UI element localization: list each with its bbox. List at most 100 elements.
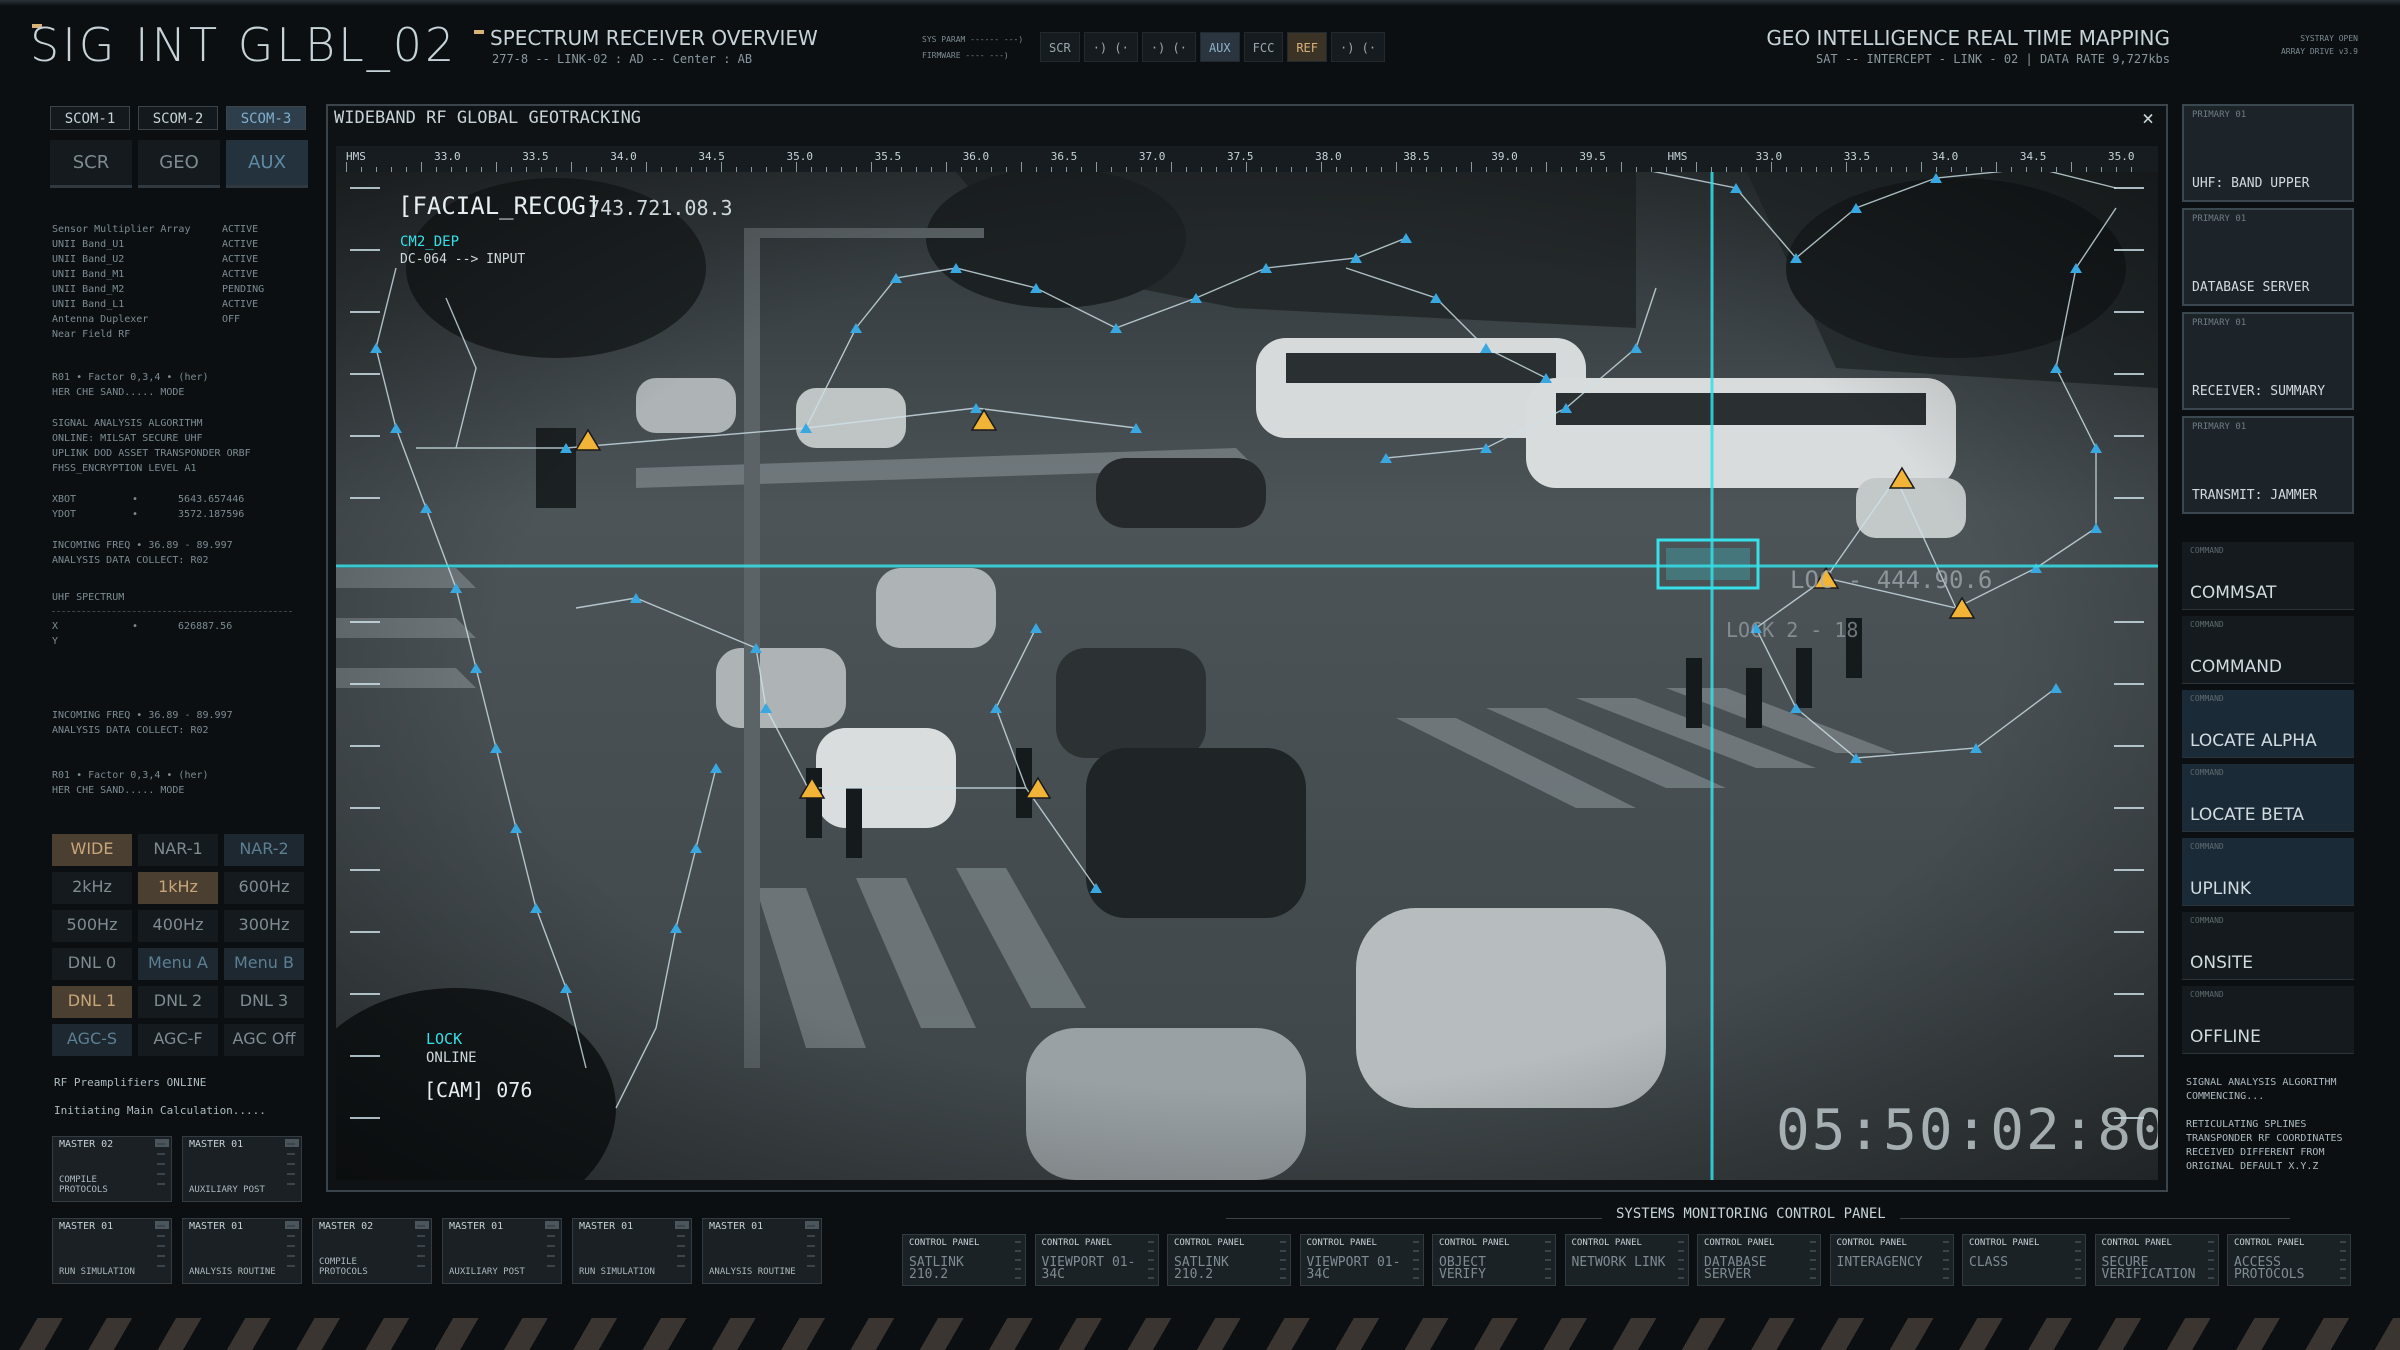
mode-link-button[interactable]: ·) (· (1331, 32, 1386, 62)
panel-indicator (1810, 1241, 1816, 1279)
ruler-tick (1891, 167, 1892, 172)
command-body: ONSITE (2190, 953, 2254, 973)
command-button[interactable]: COMMAND ONSITE (2182, 912, 2354, 980)
control-panel-button[interactable]: CONTROL PANEL VIEWPORT 01-34C (1299, 1234, 1424, 1286)
aux-button[interactable]: AUX (226, 140, 308, 188)
control-panel-button[interactable]: CONTROL PANEL SECURE VERIFICATION (2094, 1234, 2219, 1286)
master-head: MASTER 02 (59, 1139, 114, 1150)
mode-link-button[interactable]: ·) (· (1083, 32, 1138, 62)
control-panel-button[interactable]: CONTROL PANEL OBJECT VERIFY (1432, 1234, 1556, 1286)
camera-feed[interactable]: [FACIAL_RECOG] - 743.721.08.3 CM2_DEP DC… (336, 148, 2158, 1180)
primary-button[interactable]: PRIMARY 01 UHF: BAND UPPER (2182, 104, 2354, 202)
wide-button[interactable]: WIDE (52, 834, 132, 866)
primary-button[interactable]: PRIMARY 01 RECEIVER: SUMMARY (2182, 312, 2354, 410)
command-head: COMMAND (2190, 694, 2224, 703)
ruler-label: 36.0 (962, 150, 990, 163)
ruler-tick (1981, 167, 1982, 172)
ruler-label: 34.0 (1931, 150, 1959, 163)
ruler-tick (1846, 162, 1847, 172)
control-panel-button[interactable]: CONTROL PANEL VIEWPORT 01-34C (1034, 1234, 1159, 1286)
algorithm-line: UPLINK DOD ASSET TRANSPONDER ORBF (52, 448, 251, 459)
dnl-2-button[interactable]: DNL 2 (138, 986, 218, 1018)
mode-link-button[interactable]: ·) (· (1141, 32, 1196, 62)
control-panel-button[interactable]: CONTROL PANEL DATABASE SERVER (1697, 1234, 1821, 1286)
mode-ref-button[interactable]: REF (1287, 32, 1327, 62)
control-panel-button[interactable]: CONTROL PANEL SATLINK 210.2 (1167, 1234, 1291, 1286)
ruler-label: 38.5 (1403, 150, 1430, 163)
tab-scom-3[interactable]: SCOM-3 (226, 106, 306, 130)
master-button[interactable]: MASTER 02 COMPILE PROTOCOLS (52, 1136, 172, 1202)
tab-scom-1[interactable]: SCOM-1 (50, 106, 130, 130)
1khz-button[interactable]: 1kHz (138, 872, 218, 904)
geo-button[interactable]: GEO (138, 140, 220, 188)
mode-aux-button[interactable]: AUX (1199, 32, 1240, 62)
agc-off-button[interactable]: AGC Off (224, 1024, 304, 1056)
master-button[interactable]: MASTER 01 ANALYSIS ROUTINE (702, 1218, 822, 1284)
600hz-button[interactable]: 600Hz (224, 872, 304, 904)
master-button[interactable]: MASTER 01 RUN SIMULATION (572, 1218, 692, 1284)
close-icon[interactable]: × (2142, 106, 2154, 130)
control-panel-button[interactable]: CONTROL PANEL CLASS (1962, 1234, 2086, 1286)
nar-2-button[interactable]: NAR-2 (224, 834, 304, 866)
master-button[interactable]: MASTER 01 AUXILIARY POST (442, 1218, 562, 1284)
master-indicator (157, 1225, 165, 1275)
control-panel-button[interactable]: CONTROL PANEL ACCESS PROTOCOLS (2227, 1234, 2351, 1286)
mode-scr-button[interactable]: SCR (1040, 32, 1080, 62)
master-button[interactable]: MASTER 02 COMPILE PROTOCOLS (312, 1218, 432, 1284)
ydot-label: YDOT (52, 509, 77, 520)
collect-line: ANALYSIS DATA COLLECT: R02 (52, 555, 209, 566)
ruler-tick (496, 162, 497, 172)
command-button[interactable]: COMMAND LOCATE BETA (2182, 764, 2354, 832)
ruler-tick (1966, 167, 1967, 172)
2khz-button[interactable]: 2kHz (52, 872, 132, 904)
status-label: UNII Band_M1 (52, 269, 125, 280)
ruler-tick (1051, 167, 1052, 172)
ruler-tick (1561, 167, 1562, 172)
command-button[interactable]: COMMAND LOCATE ALPHA (2182, 690, 2354, 758)
master-button[interactable]: MASTER 01 ANALYSIS ROUTINE (182, 1218, 302, 1284)
ruler-tick (706, 167, 707, 172)
ruler-tick (571, 162, 572, 172)
master-button[interactable]: MASTER 01 RUN SIMULATION (52, 1218, 172, 1284)
dnl-0-button[interactable]: DNL 0 (52, 948, 132, 980)
firmware: FIRMWARE ---- ---) (922, 51, 1009, 60)
command-body: UPLINK (2190, 879, 2252, 899)
factor-line: R01 • Factor 0,3,4 • (her) (52, 770, 209, 781)
control-panel-button[interactable]: CONTROL PANEL NETWORK LINK (1564, 1234, 1689, 1286)
ruler-tick (901, 167, 902, 172)
primary-button[interactable]: PRIMARY 01 TRANSMIT: JAMMER (2182, 416, 2354, 514)
control-panel-button[interactable]: CONTROL PANEL SATLINK 210.2 (902, 1234, 1026, 1286)
command-button[interactable]: COMMAND OFFLINE (2182, 986, 2354, 1054)
sys-param: SYS PARAM ------ ---) (922, 35, 1024, 44)
master-button[interactable]: MASTER 01 AUXILIARY POST (182, 1136, 302, 1202)
mode-fcc-button[interactable]: FCC (1243, 32, 1284, 62)
lock-readout: LOCK 2 - 18 (1726, 618, 1859, 642)
command-button[interactable]: COMMAND COMMAND (2182, 616, 2354, 684)
nar-1-button[interactable]: NAR-1 (138, 834, 218, 866)
command-button[interactable]: COMMAND UPLINK (2182, 838, 2354, 906)
dnl-3-button[interactable]: DNL 3 (224, 986, 304, 1018)
panel-indicator (2340, 1241, 2346, 1279)
dnl-1-button[interactable]: DNL 1 (52, 986, 132, 1018)
agc-f-button[interactable]: AGC-F (138, 1024, 218, 1056)
ruler-tick (1291, 167, 1292, 172)
agc-s-button[interactable]: AGC-S (52, 1024, 132, 1056)
ruler-tick (1006, 167, 1007, 172)
500hz-button[interactable]: 500Hz (52, 910, 132, 942)
systray-label: SYSTRAY OPEN (2300, 34, 2358, 43)
command-button[interactable]: COMMAND COMMSAT (2182, 542, 2354, 610)
status-list: Sensor Multiplier Array ACTIVE UNII Band_U… (52, 222, 292, 342)
menu-a-button[interactable]: Menu A (138, 948, 218, 980)
scr-button[interactable]: SCR (50, 140, 132, 188)
divider (52, 611, 292, 613)
control-panel-button[interactable]: CONTROL PANEL INTERAGENCY (1829, 1234, 1954, 1286)
array-drive-label: ARRAY DRIVE v3.9 (2280, 47, 2358, 56)
master-body: COMPILE PROTOCOLS (59, 1175, 108, 1195)
primary-head: PRIMARY 01 (2192, 110, 2247, 120)
ruler-label: 35.0 (2108, 150, 2135, 163)
menu-b-button[interactable]: Menu B (224, 948, 304, 980)
primary-button[interactable]: PRIMARY 01 DATABASE SERVER (2182, 208, 2354, 306)
tab-scom-2[interactable]: SCOM-2 (138, 106, 218, 130)
400hz-button[interactable]: 400Hz (138, 910, 218, 942)
300hz-button[interactable]: 300Hz (224, 910, 304, 942)
